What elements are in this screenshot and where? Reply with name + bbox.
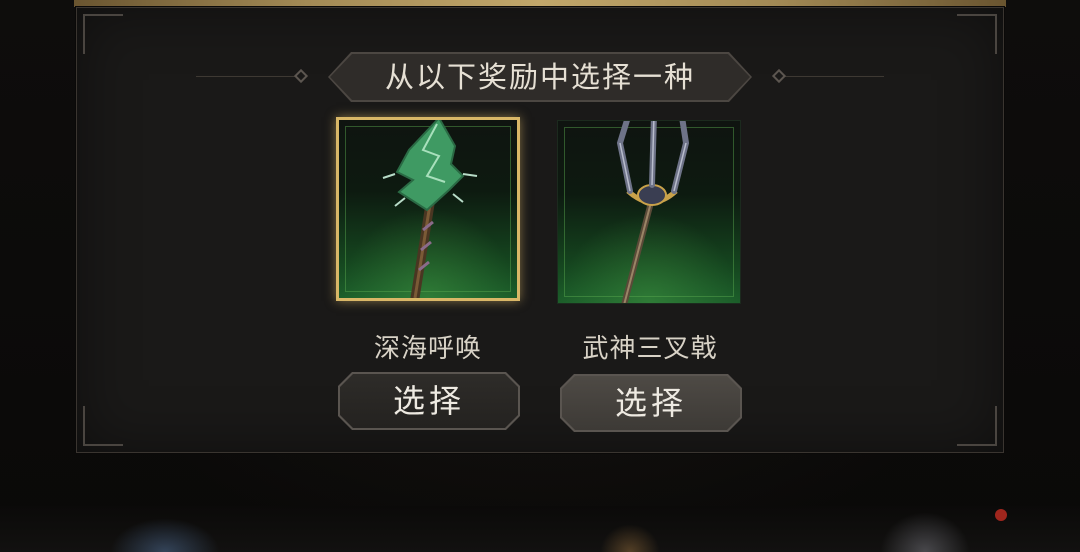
background-decoration (110, 518, 220, 552)
title-divider (196, 76, 296, 77)
reward-name: 武神三叉戟 (582, 334, 718, 364)
notification-dot (995, 509, 1007, 521)
dialog-title: 从以下奖励中选择一种 (384, 60, 695, 94)
select-button-label: 选择 (392, 382, 465, 420)
corner-ornament (83, 14, 123, 54)
corner-ornament (957, 406, 997, 446)
corner-ornament (957, 14, 997, 54)
select-button[interactable]: 选择 (338, 372, 520, 430)
trident-icon (616, 121, 690, 303)
select-button-label: 选择 (614, 384, 687, 422)
reward-card-trident[interactable] (557, 120, 741, 304)
reward-name: 深海呼唤 (373, 334, 482, 364)
corner-ornament (83, 406, 123, 446)
title-divider (784, 76, 884, 77)
dialog-title-banner: 从以下奖励中选择一种 (196, 54, 884, 100)
background-decoration (880, 512, 970, 552)
background-decoration (600, 524, 660, 552)
top-gold-bar (74, 0, 1006, 7)
conch-mace-icon (382, 120, 478, 298)
select-button[interactable]: 选择 (560, 374, 742, 432)
reward-card-conch-mace[interactable] (336, 117, 520, 301)
